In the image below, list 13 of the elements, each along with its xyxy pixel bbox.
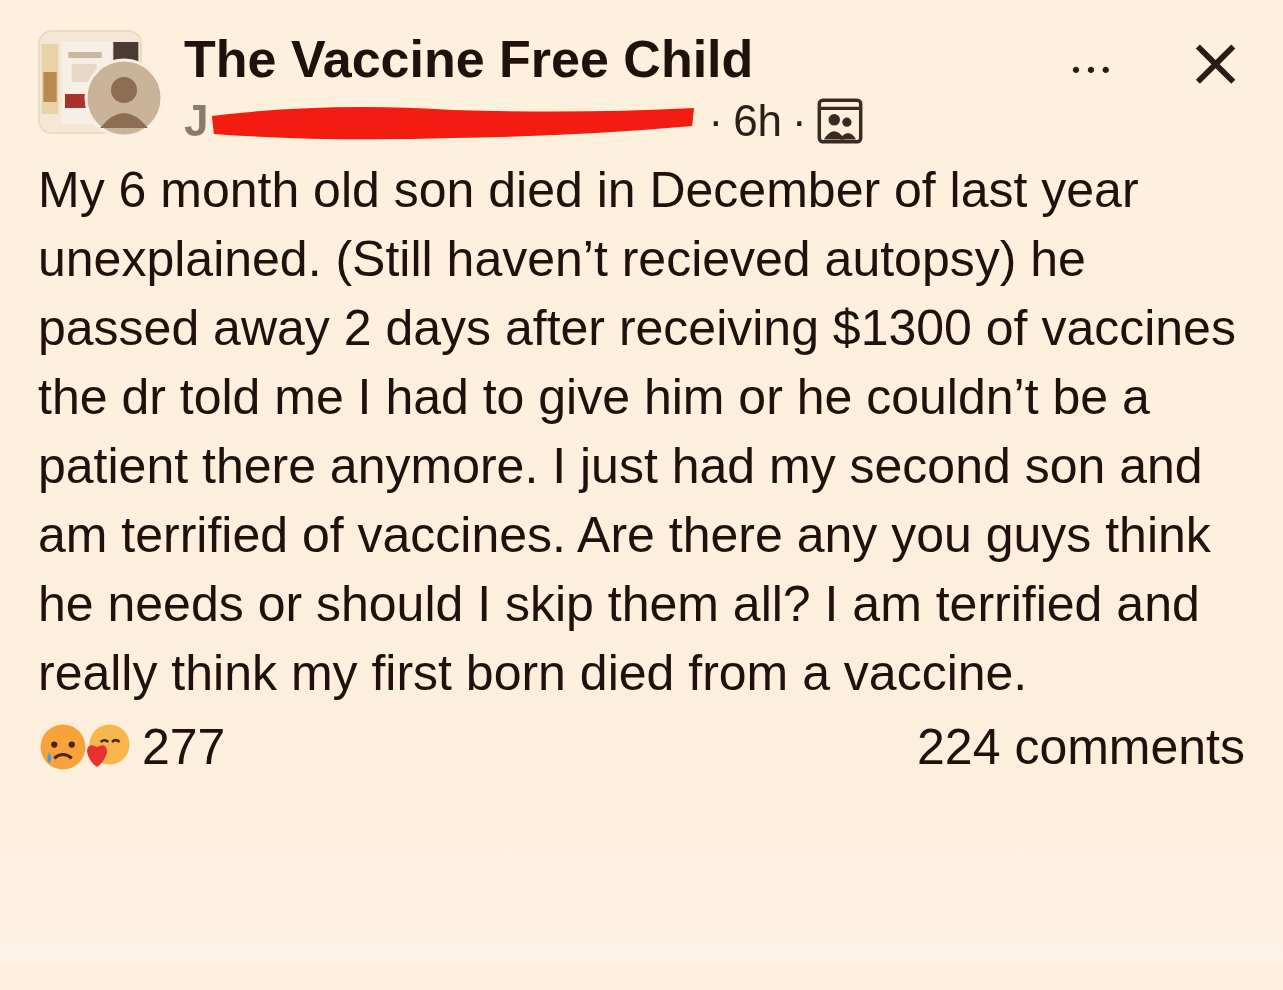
separator: · <box>708 95 724 147</box>
separator: · <box>792 95 807 147</box>
sad-face-icon <box>38 722 88 772</box>
group-audience-icon <box>816 98 863 144</box>
close-button[interactable]: × <box>1186 32 1245 92</box>
avatar-icon[interactable] <box>84 58 164 138</box>
comment-count[interactable]: 224 comments <box>917 718 1245 776</box>
group-name[interactable]: The Vaccine Free Child <box>184 28 1048 90</box>
reaction-count[interactable]: 277 <box>142 718 226 776</box>
post-text: My 6 month old son died in December of last year unexplained. (Still haven’t recieved autopsy) he passed away 2 days after receiving $1300 of vaccines the dr told me I had to give him or he couldn’t be a patient there anymore. I just had my second son and am terrified of vaccines. Are there any you guys think he needs or should I skip them all? I am terrified and really think my first born died from a vaccine. <box>38 161 1237 703</box>
more-button[interactable]: ••• <box>1069 58 1115 83</box>
post-time: 6h <box>733 95 783 147</box>
author-name[interactable]: J <box>184 94 209 148</box>
